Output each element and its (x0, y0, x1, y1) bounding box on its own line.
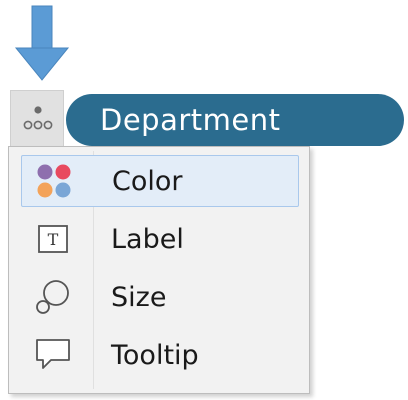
menu-item-size[interactable]: Size (21, 271, 299, 323)
size-icon (21, 271, 85, 323)
marks-card-detail-menu: Department Color T Label Size Tooltip (0, 0, 408, 400)
label-icon: T (21, 213, 85, 265)
menu-item-color[interactable]: Color (21, 155, 299, 207)
department-field-pill[interactable]: Department (66, 94, 404, 146)
color-icon (22, 155, 86, 207)
menu-item-label: Label (111, 223, 184, 255)
tooltip-icon (21, 329, 85, 381)
menu-item-label: Size (111, 281, 167, 313)
pill-label: Department (100, 103, 281, 137)
mark-type-menu: Color T Label Size Tooltip (8, 146, 310, 394)
detail-button[interactable] (10, 90, 64, 148)
menu-item-label-mark[interactable]: T Label (21, 213, 299, 265)
arrow-down-icon (14, 5, 70, 81)
menu-item-tooltip[interactable]: Tooltip (21, 329, 299, 381)
svg-text:T: T (48, 230, 59, 249)
detail-dots-icon (23, 106, 53, 130)
menu-item-label: Color (112, 165, 183, 197)
menu-item-label: Tooltip (111, 339, 199, 371)
